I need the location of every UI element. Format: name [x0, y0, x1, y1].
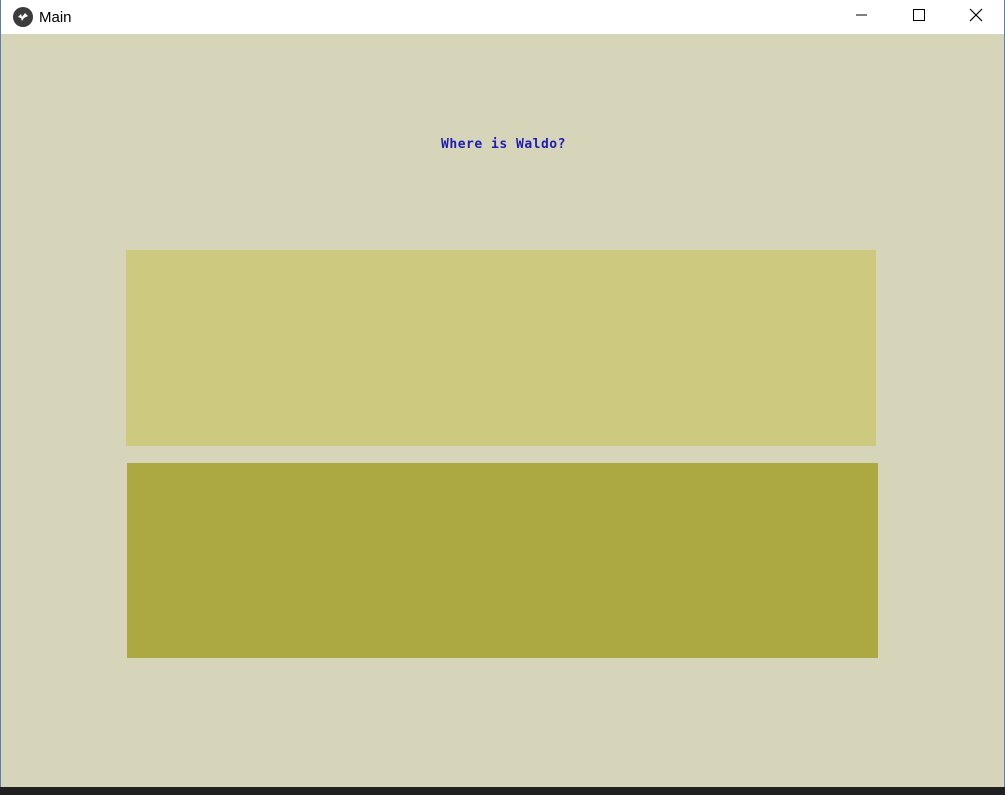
app-window: Main Where is Waldo? — [0, 0, 1005, 787]
close-button[interactable] — [947, 0, 1004, 30]
kivy-app-icon — [13, 7, 33, 27]
close-icon — [969, 8, 982, 22]
minimize-icon — [855, 14, 867, 16]
question-label: Where is Waldo? — [441, 137, 566, 152]
bottom-panel[interactable] — [127, 463, 878, 658]
title-bar[interactable]: Main — [1, 0, 1004, 34]
app-client-area: Where is Waldo? — [1, 34, 1004, 787]
window-title: Main — [39, 8, 72, 26]
maximize-icon — [912, 9, 925, 21]
top-panel[interactable] — [126, 250, 876, 446]
taskbar-edge — [0, 787, 1005, 795]
maximize-button[interactable] — [890, 0, 947, 30]
minimize-button[interactable] — [833, 0, 890, 30]
caption-buttons — [833, 0, 1004, 30]
